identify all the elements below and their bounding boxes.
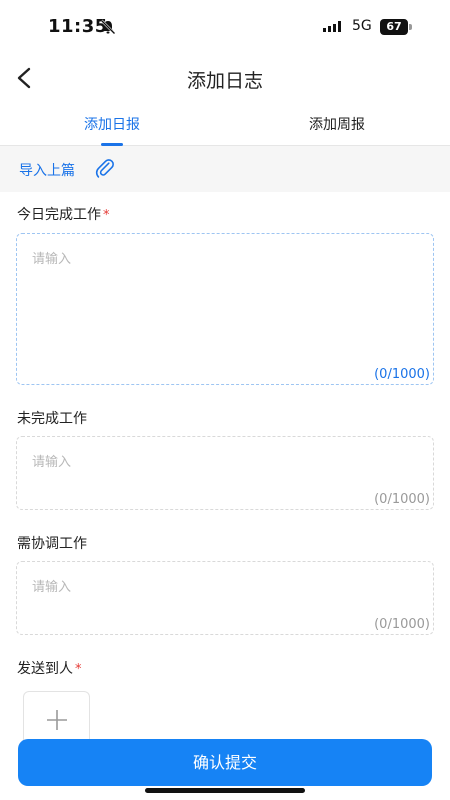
- completed-work-label-text: 今日完成工作: [17, 207, 101, 223]
- import-previous-row[interactable]: 导入上篇: [0, 146, 450, 192]
- navigation-bar: 添加日志: [0, 56, 450, 100]
- battery-level: 67: [380, 19, 408, 35]
- required-mark: *: [103, 208, 110, 223]
- tab-bar: 添加日报 添加周报: [0, 104, 450, 146]
- completed-work-input[interactable]: 请输入 (0/1000): [16, 233, 434, 385]
- tab-add-daily-report[interactable]: 添加日报: [52, 114, 172, 134]
- paperclip-icon[interactable]: [94, 158, 116, 180]
- required-mark: *: [75, 662, 82, 677]
- unfinished-work-placeholder: 请输入: [32, 455, 72, 470]
- confirm-submit-button[interactable]: 确认提交: [18, 739, 432, 786]
- coordination-work-placeholder: 请输入: [32, 580, 72, 595]
- import-previous-link[interactable]: 导入上篇: [19, 160, 75, 180]
- home-indicator: [145, 788, 305, 793]
- unfinished-work-counter: (0/1000): [374, 492, 430, 507]
- completed-work-counter: (0/1000): [374, 367, 430, 382]
- coordination-work-counter: (0/1000): [374, 617, 430, 632]
- add-recipient-button[interactable]: [23, 691, 90, 741]
- page-title: 添加日志: [186, 70, 263, 92]
- network-type: 5G: [352, 18, 372, 34]
- plus-icon: [47, 710, 67, 730]
- status-time: 11:35: [48, 16, 108, 37]
- battery-icon: 67: [380, 19, 412, 35]
- tab-add-weekly-report[interactable]: 添加周报: [277, 114, 397, 134]
- coordination-work-label: 需协调工作: [17, 533, 87, 553]
- unfinished-work-label-text: 未完成工作: [17, 411, 87, 427]
- status-bar: 11:35 5G 67: [0, 0, 450, 50]
- coordination-work-label-text: 需协调工作: [17, 536, 87, 552]
- recipients-label: 发送到人 *: [17, 658, 82, 678]
- completed-work-placeholder: 请输入: [32, 252, 72, 267]
- coordination-work-input[interactable]: 请输入 (0/1000): [16, 561, 434, 635]
- unfinished-work-input[interactable]: 请输入 (0/1000): [16, 436, 434, 510]
- recipients-label-text: 发送到人: [17, 661, 73, 677]
- unfinished-work-label: 未完成工作: [17, 408, 87, 428]
- signal-icon: [323, 21, 341, 32]
- completed-work-label: 今日完成工作 *: [17, 204, 110, 224]
- bell-slash-icon: [100, 19, 116, 35]
